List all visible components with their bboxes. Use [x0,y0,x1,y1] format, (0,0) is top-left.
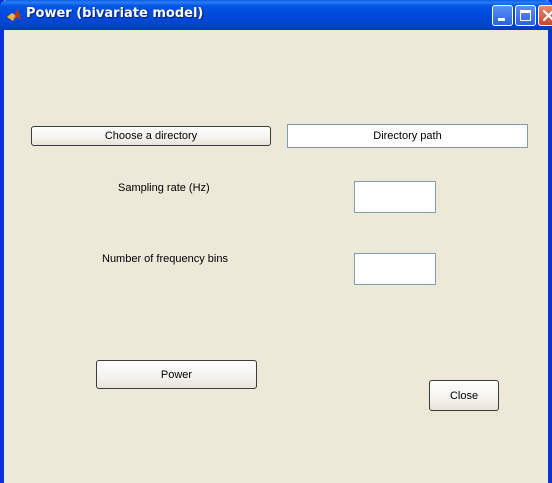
minimize-icon [498,18,505,21]
app-window: Power (bivariate model) Choose a directo… [0,0,552,483]
sampling-rate-input[interactable] [354,181,436,213]
frequency-bins-input[interactable] [354,253,436,285]
maximize-icon [520,10,531,21]
choose-directory-button[interactable]: Choose a directory [31,126,271,146]
minimize-button[interactable] [492,5,513,26]
frequency-bins-label: Number of frequency bins [102,253,228,265]
close-icon [542,9,552,22]
close-window-button[interactable] [538,5,552,26]
maximize-button[interactable] [515,5,536,26]
matlab-icon [6,7,22,23]
power-button[interactable]: Power [96,360,257,389]
title-bar[interactable]: Power (bivariate model) [0,0,552,30]
window-title: Power (bivariate model) [26,6,204,21]
sampling-rate-label: Sampling rate (Hz) [118,182,210,194]
directory-path-field[interactable]: Directory path [287,124,528,148]
close-button[interactable]: Close [429,380,499,411]
